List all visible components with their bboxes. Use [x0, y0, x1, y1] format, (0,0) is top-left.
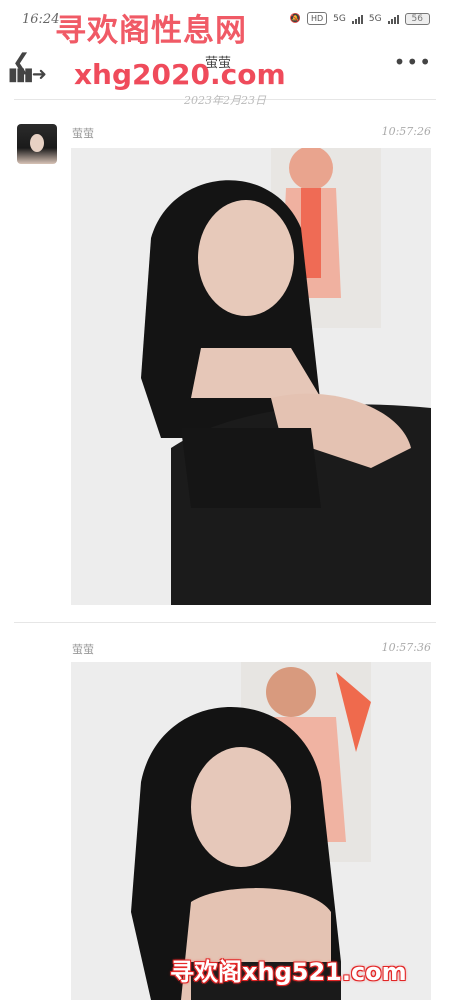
- mute-icon: 🔕: [289, 13, 301, 24]
- watermark-url: xhg2020.com: [74, 58, 286, 91]
- message-image[interactable]: [71, 148, 431, 605]
- network-5g-label-2: 5G: [368, 13, 382, 24]
- divider: [14, 622, 436, 623]
- more-icon[interactable]: •••: [394, 50, 432, 74]
- status-indicators: 🔕 HD 5G 5G 56: [290, 12, 430, 25]
- avatar[interactable]: [17, 124, 57, 164]
- battery-icon: 56: [404, 12, 430, 25]
- message-sender: 萤萤: [72, 643, 94, 656]
- message-time: 10:57:26: [381, 125, 431, 138]
- status-time: 16:24: [22, 12, 60, 27]
- hd-badge: HD: [306, 12, 328, 25]
- arrow-icon: ▮▮▮➜: [8, 64, 47, 85]
- photo-illustration: [71, 148, 431, 605]
- watermark-bottom: 寻欢阁xhg521.com: [170, 958, 407, 986]
- signal-icon: [351, 14, 363, 24]
- message-sender: 萤萤: [72, 127, 94, 140]
- chat-date: 2023年2月23日: [184, 94, 266, 107]
- watermark-title: 寻欢阁性息网: [55, 13, 247, 49]
- message-time: 10:57:36: [381, 641, 431, 654]
- photo-illustration: [71, 662, 431, 1000]
- network-5g-label-1: 5G: [333, 13, 346, 24]
- message-image[interactable]: [71, 662, 431, 1000]
- signal-icon: [387, 14, 399, 24]
